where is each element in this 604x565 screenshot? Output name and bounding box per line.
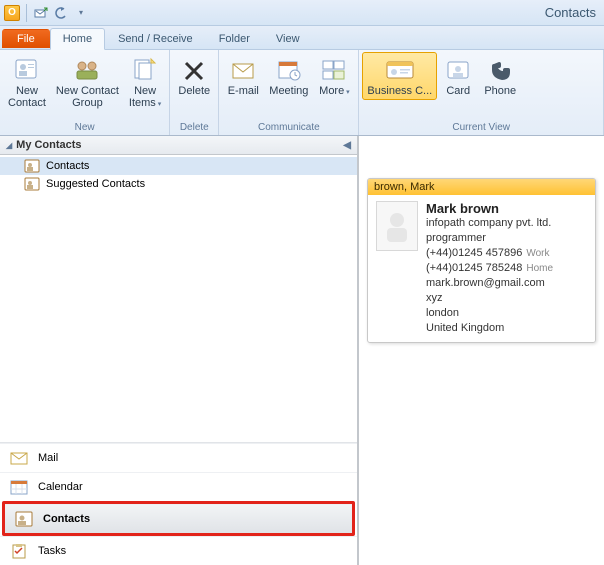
business-card[interactable]: brown, Mark Mark brown infopath company …: [367, 178, 596, 343]
undo-qat-icon[interactable]: [53, 5, 69, 21]
phone-icon: [484, 55, 516, 85]
meeting-button[interactable]: Meeting: [264, 52, 313, 100]
group-current-view: Business C... Card Phone Current View: [359, 50, 604, 135]
title-bar: O ▾ Contacts: [0, 0, 604, 26]
new-items-button[interactable]: New Items ▾: [124, 52, 166, 114]
card-header: brown, Mark: [368, 179, 595, 195]
email-icon: [227, 55, 259, 85]
more-icon: [318, 55, 350, 85]
contacts-view: brown, Mark Mark brown infopath company …: [358, 136, 604, 565]
window-title: Contacts: [545, 5, 600, 20]
new-contact-button[interactable]: New Contact: [3, 52, 51, 112]
contact-work-phone: (+44)01245 457896Work: [426, 246, 553, 261]
contact-addr3: United Kingdom: [426, 321, 553, 336]
meeting-icon: [273, 55, 305, 85]
delete-button[interactable]: Delete: [173, 52, 215, 100]
business-card-view-button[interactable]: Business C...: [362, 52, 437, 100]
new-contact-group-button[interactable]: New Contact Group: [51, 52, 124, 112]
calendar-icon: [10, 479, 28, 495]
more-button[interactable]: More ▾: [313, 52, 355, 102]
new-contact-group-icon: [71, 55, 103, 85]
outlook-logo-icon: O: [4, 5, 20, 21]
ribbon: New Contact New Contact Group New Items …: [0, 50, 604, 136]
my-contacts-header[interactable]: ◢ My Contacts ◀: [0, 136, 357, 155]
nav-calendar[interactable]: Calendar: [0, 472, 357, 501]
new-contact-icon: [11, 55, 43, 85]
group-label-new: New: [0, 121, 169, 135]
tab-send-receive[interactable]: Send / Receive: [105, 28, 206, 49]
new-items-icon: [129, 55, 161, 85]
contacts-folder-icon: [24, 159, 40, 173]
nav-tasks[interactable]: Tasks: [0, 536, 357, 565]
contact-title: programmer: [426, 231, 553, 246]
tree-item-label: Contacts: [46, 160, 89, 172]
mail-icon: [10, 450, 28, 466]
avatar-placeholder-icon: [376, 201, 418, 251]
tree-item-suggested[interactable]: Suggested Contacts: [0, 175, 357, 193]
contact-name: Mark brown: [426, 201, 553, 216]
tab-folder[interactable]: Folder: [206, 28, 263, 49]
tree-item-label: Suggested Contacts: [46, 178, 145, 190]
contact-addr1: xyz: [426, 291, 553, 306]
send-receive-qat-icon[interactable]: [33, 5, 49, 21]
tab-file[interactable]: File: [2, 29, 50, 48]
contacts-nav-icon: [15, 511, 33, 527]
email-button[interactable]: E-mail: [222, 52, 264, 100]
group-communicate: E-mail Meeting More ▾ Communicate: [219, 50, 359, 135]
highlight-box: Contacts: [2, 501, 355, 536]
contact-company: infopath company pvt. ltd.: [426, 216, 553, 231]
tasks-icon: [10, 543, 28, 559]
tab-view[interactable]: View: [263, 28, 313, 49]
group-label-current-view: Current View: [359, 121, 603, 135]
group-label-delete: Delete: [170, 121, 218, 135]
phone-view-button[interactable]: Phone: [479, 52, 521, 100]
group-delete: Delete Delete: [170, 50, 219, 135]
group-label-communicate: Communicate: [219, 121, 358, 135]
card-view-button[interactable]: Card: [437, 52, 479, 100]
qat-dropdown-icon[interactable]: ▾: [73, 5, 89, 21]
group-new: New Contact New Contact Group New Items …: [0, 50, 170, 135]
collapse-pane-icon[interactable]: ◀: [343, 140, 351, 151]
expand-icon: ◢: [6, 141, 12, 150]
nav-contacts[interactable]: Contacts: [5, 504, 352, 533]
navigation-pane: ◢ My Contacts ◀ Contacts Suggested Conta…: [0, 136, 358, 565]
suggested-contacts-icon: [24, 177, 40, 191]
ribbon-tabs: File Home Send / Receive Folder View: [0, 26, 604, 50]
business-card-icon: [384, 55, 416, 85]
card-icon: [442, 55, 474, 85]
tree-item-contacts[interactable]: Contacts: [0, 157, 357, 175]
contact-home-phone: (+44)01245 785248Home: [426, 261, 553, 276]
contact-email: mark.brown@gmail.com: [426, 276, 553, 291]
nav-mail[interactable]: Mail: [0, 443, 357, 472]
delete-icon: [178, 55, 210, 85]
tab-home[interactable]: Home: [50, 28, 105, 50]
contact-addr2: london: [426, 306, 553, 321]
